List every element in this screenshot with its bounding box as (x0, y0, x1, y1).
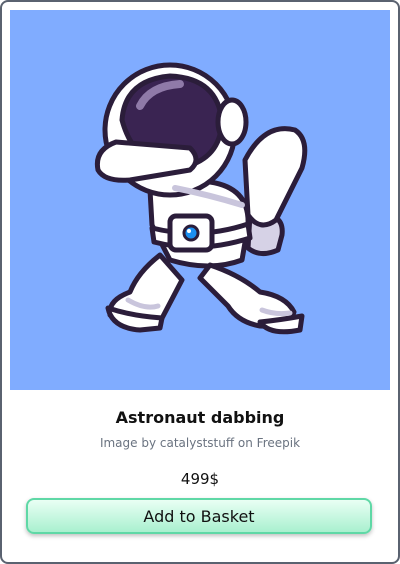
add-to-basket-button[interactable]: Add to Basket (26, 498, 372, 534)
product-price: 499$ (180, 470, 220, 488)
astronaut-illustration (94, 62, 308, 335)
product-card: Astronaut dabbing Image by catalyststuff… (0, 0, 400, 564)
product-image (10, 10, 390, 390)
product-title: Astronaut dabbing (115, 408, 285, 427)
image-credit: Image by catalyststuff on Freepik (99, 436, 301, 450)
